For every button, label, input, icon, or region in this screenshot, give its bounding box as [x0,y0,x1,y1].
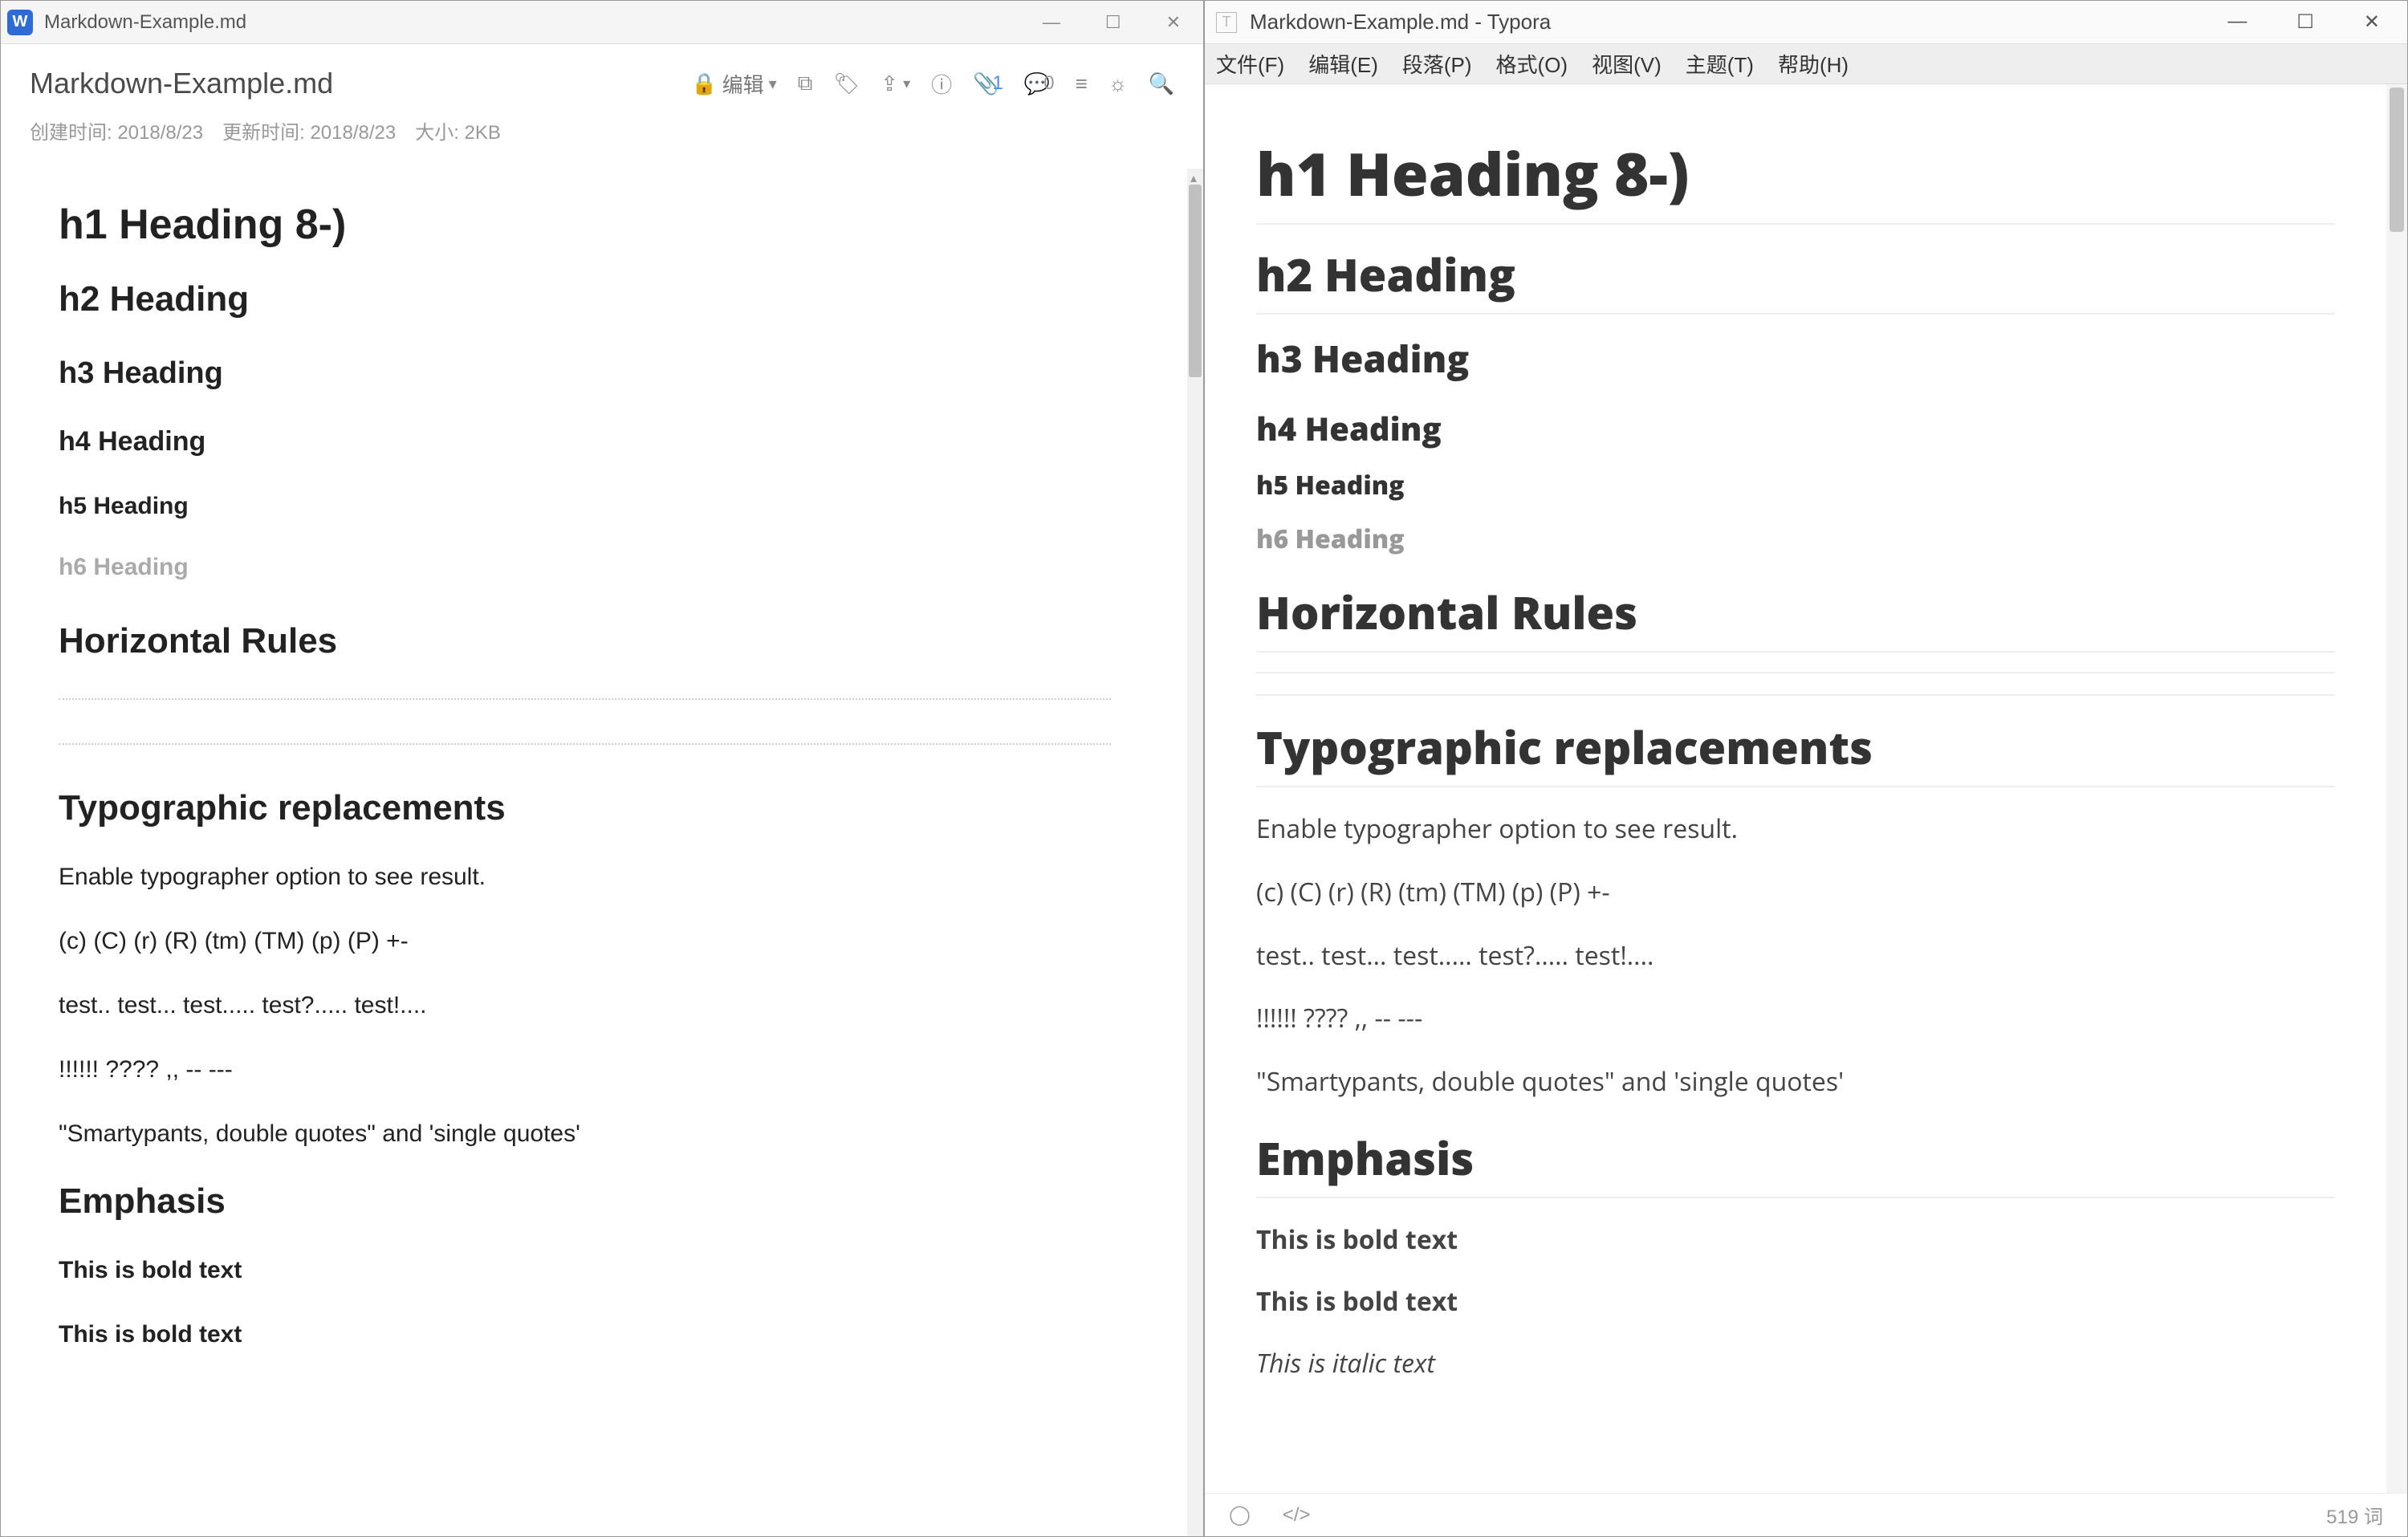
comment-button[interactable]: 💬 0 [1024,71,1055,96]
right-scrollbar-thumb[interactable] [2390,87,2404,232]
doc-h6: h6 Heading [1256,522,2335,556]
typora-window: T Markdown-Example.md - Typora — ☐ ✕ 文件(… [1204,0,2408,1537]
bold-sample: This is bold text [1256,1222,2335,1258]
left-titlebar[interactable]: W Markdown-Example.md — ☐ ✕ [1,1,1203,44]
horizontal-rule [59,743,1111,745]
outline-icon[interactable]: ≡ [1076,71,1088,96]
typora-editor-body[interactable]: h1 Heading 8-) h2 Heading h3 Heading h4 … [1205,84,2386,1493]
typora-app-icon: T [1216,12,1237,33]
chevron-down-icon: ▾ [903,75,910,92]
document-title: Markdown-Example.md [30,67,333,100]
menu-file[interactable]: 文件(F) [1216,49,1284,79]
menu-edit[interactable]: 编辑(E) [1308,49,1378,79]
emphasis-section-title: Emphasis [1256,1128,2335,1198]
maximize-icon[interactable]: ☐ [1105,12,1121,33]
minimize-icon[interactable]: — [1043,12,1060,33]
doc-h6: h6 Heading [59,554,1155,581]
bold-sample: This is bold text [59,1254,1155,1287]
edit-label: 编辑 [722,69,764,99]
comment-count: 0 [1043,72,1054,95]
hr-section-title: Horizontal Rules [1256,582,2335,653]
lock-icon: 🔒 [691,71,717,96]
wiznote-window: W Markdown-Example.md — ☐ ✕ Markdown-Exa… [0,0,1204,1537]
left-scrollbar[interactable]: ▴ [1187,169,1203,1536]
search-icon[interactable]: 🔍 [1149,71,1174,96]
menu-paragraph[interactable]: 段落(P) [1402,49,1472,79]
created-time: 创建时间: 2018/8/23 [30,116,203,144]
left-titlebar-filename: Markdown-Example.md [44,11,246,34]
minimize-icon[interactable]: — [2227,10,2247,34]
paragraph: Enable typographer option to see result. [1256,811,2335,848]
doc-h1: h1 Heading 8-) [1256,132,2335,225]
document-meta: 创建时间: 2018/8/23 更新时间: 2018/8/23 大小: 2KB [1,116,1203,169]
attachment-button[interactable]: 📎 1 [973,71,1003,96]
right-titlebar[interactable]: T Markdown-Example.md - Typora — ☐ ✕ [1205,1,2407,44]
typo-section-title: Typographic replacements [1256,717,2335,787]
horizontal-rule [1256,694,2335,696]
wiznote-app-icon: W [7,10,33,35]
typo-section-title: Typographic replacements [59,788,1155,828]
file-size: 大小: 2KB [415,116,501,144]
paragraph: Enable typographer option to see result. [59,860,1155,894]
menu-view[interactable]: 视图(V) [1592,49,1662,79]
share-dropdown[interactable]: ⇪ ▾ [881,71,910,96]
read-mode-icon[interactable]: ☼ [1108,71,1128,96]
paragraph: (c) (C) (r) (R) (tm) (TM) (p) (P) +- [59,925,1155,958]
emphasis-section-title: Emphasis [59,1181,1155,1222]
left-document-header: Markdown-Example.md 🔒 编辑 ▾ ⧉ 🏷 ⇪ ▾ ⓘ 📎 1 [1,44,1203,116]
info-icon[interactable]: ⓘ [931,69,952,99]
updated-time: 更新时间: 2018/8/23 [222,116,396,144]
doc-h2: h2 Heading [1256,244,2335,315]
right-scrollbar[interactable] [2386,84,2407,1493]
doc-h4: h4 Heading [59,426,1155,457]
paragraph: "Smartypants, double quotes" and 'single… [1256,1064,2335,1100]
paragraph: !!!!!! ???? ,, -- --- [59,1053,1155,1087]
edit-toggle[interactable]: 🔒 编辑 ▾ [691,69,776,99]
paragraph: "Smartypants, double quotes" and 'single… [59,1117,1155,1151]
outline-toggle-icon[interactable]: ◯ [1229,1503,1251,1527]
paragraph: (c) (C) (r) (R) (tm) (TM) (p) (P) +- [1256,875,2335,911]
doc-h5: h5 Heading [1256,468,2335,502]
bold-sample: This is bold text [59,1318,1155,1352]
maximize-icon[interactable]: ☐ [2296,10,2314,34]
paragraph: !!!!!! ???? ,, -- --- [1256,1001,2335,1037]
attachment-count: 1 [993,72,1003,95]
typora-menubar: 文件(F) 编辑(E) 段落(P) 格式(O) 视图(V) 主题(T) 帮助(H… [1205,44,2407,84]
paragraph: test.. test... test..... test?..... test… [59,989,1155,1023]
close-icon[interactable]: ✕ [2364,10,2380,34]
doc-h1: h1 Heading 8-) [59,201,1155,249]
paragraph: test.. test... test..... test?..... test… [1256,938,2335,974]
left-document-body[interactable]: h1 Heading 8-) h2 Heading h3 Heading h4 … [1,169,1187,1536]
italic-sample: This is italic text [1256,1346,2335,1382]
chevron-down-icon: ▾ [769,74,777,94]
tag-icon[interactable]: 🏷 [833,71,860,96]
doc-h5: h5 Heading [59,493,1155,520]
horizontal-rule [1256,672,2335,673]
share-icon: ⇪ [881,71,898,96]
horizontal-rule [59,698,1111,700]
right-titlebar-title: Markdown-Example.md - Typora [1250,10,1551,35]
doc-h4: h4 Heading [1256,406,2335,450]
doc-h3: h3 Heading [1256,334,2335,384]
source-code-icon[interactable]: </> [1283,1504,1311,1527]
menu-theme[interactable]: 主题(T) [1686,49,1754,79]
word-count[interactable]: 519 词 [2326,1501,2383,1529]
left-scrollbar-thumb[interactable] [1189,185,1202,377]
doc-h3: h3 Heading [59,356,1155,391]
external-open-icon[interactable]: ⧉ [798,71,813,96]
hr-section-title: Horizontal Rules [59,621,1155,661]
menu-format[interactable]: 格式(O) [1496,49,1568,79]
scroll-up-arrow-icon[interactable]: ▴ [1190,170,1200,180]
bold-sample: This is bold text [1256,1284,2335,1320]
menu-help[interactable]: 帮助(H) [1778,49,1849,79]
doc-h2: h2 Heading [59,279,1155,319]
typora-statusbar: ◯ </> 519 词 [1205,1493,2407,1536]
close-icon[interactable]: ✕ [1166,12,1181,33]
